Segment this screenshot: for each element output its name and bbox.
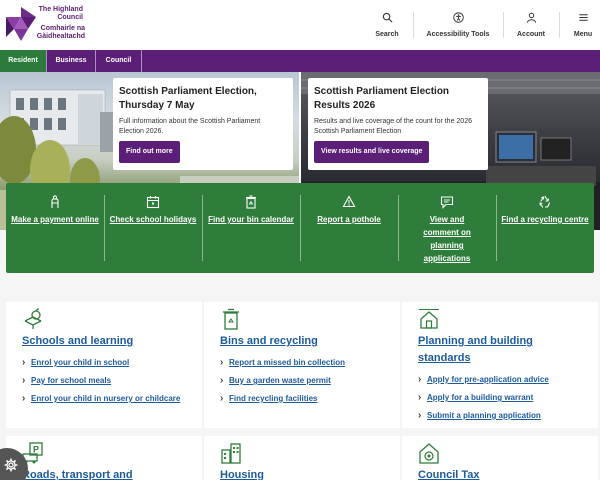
quick-link-payment[interactable]: Make a payment online [10,183,100,273]
account-button[interactable]: Account [515,12,547,38]
bins-links-list: Report a missed bin collection Buy a gar… [220,356,345,410]
buildings-icon [221,443,241,464]
search-button[interactable]: Search [373,12,401,38]
quick-links-panel: Make a payment online Check school holid… [6,183,594,273]
recycle-icon [539,195,551,208]
quick-link-divider [202,195,203,261]
building-warrant-link[interactable]: Apply for a building warrant [418,391,549,409]
tab-divider [141,50,142,72]
menu-icon [578,14,588,21]
payment-icon [51,195,59,208]
house-coin-icon [419,443,439,464]
user-icon [526,12,536,23]
pothole-icon [342,195,356,208]
planning-application-link[interactable]: Submit a planning application [418,409,549,427]
bin-icon [223,308,239,330]
pay-school-meals-link[interactable]: Pay for school meals [22,374,180,392]
schools-and-learning-heading[interactable]: Schools and learning [22,333,133,350]
election-results-title: Scottish Parliament Election Results 202… [314,86,450,111]
quick-link-recycling-centre-label: Find a recycling centre [501,215,589,224]
quick-link-planning-applications[interactable]: View and comment on planning application… [402,183,492,273]
schools-links-list: Enrol your child in school Pay for schoo… [22,356,180,410]
quick-link-divider [300,195,301,261]
quick-link-bin-calendar[interactable]: Find your bin calendar [206,183,296,273]
quick-link-recycling-centre[interactable]: Find a recycling centre [500,183,590,273]
recycling-facilities-link[interactable]: Find recycling facilities [220,392,345,410]
service-card-roads: P Roads, transport and [6,436,202,480]
find-out-more-button[interactable]: Find out more [119,141,180,163]
view-results-button[interactable]: View results and live coverage [314,141,430,163]
house-plan-icon [419,309,439,329]
election-results-card: Scottish Parliament Election Results 202… [308,78,488,170]
logo-text-gaelic: Comhairle na Gàidhealtachd [36,25,85,40]
tab-council[interactable]: Council [96,50,141,72]
service-card-schools: Schools and learning Enrol your child in… [6,302,202,428]
council-logo[interactable]: The Highland Council Comhairle na Gàidhe… [6,5,85,45]
bins-and-recycling-heading[interactable]: Bins and recycling [220,333,318,350]
housing-heading[interactable]: Housing [220,467,264,480]
election-info-text: Full information about the Scottish Parl… [119,118,261,135]
nav-divider [503,12,504,38]
bin-icon [246,195,256,209]
roads-transport-heading[interactable]: Roads, transport and [22,467,133,480]
site-header: The Highland Council Comhairle na Gàidhe… [0,0,600,50]
enrol-school-link[interactable]: Enrol your child in school [22,356,180,374]
enrol-nursery-link[interactable]: Enrol your child in nursery or childcare [22,392,180,410]
nav-divider [559,12,560,38]
election-results-text: Results and live coverage of the count f… [314,118,472,135]
search-icon [382,12,392,23]
quick-link-school-holidays[interactable]: Check school holidays [108,183,198,273]
calendar-icon [146,196,160,209]
missed-bin-link[interactable]: Report a missed bin collection [220,356,345,374]
quick-link-divider [496,195,497,261]
audience-nav: Resident Business Council [0,50,600,72]
planning-links-list: Apply for pre-application advice Apply f… [418,373,549,427]
svg-text:P: P [33,445,39,455]
accessibility-tools-button[interactable]: Accessibility Tools [423,12,493,38]
pre-application-advice-link[interactable]: Apply for pre-application advice [418,373,549,391]
council-tax-heading[interactable]: Council Tax [418,467,480,480]
quick-link-bin-calendar-label: Find your bin calendar [208,215,294,224]
gear-icon [4,458,18,472]
quick-link-divider [104,195,105,261]
apple-book-icon [24,308,42,329]
accessibility-icon [452,12,464,23]
quick-link-school-holidays-label: Check school holidays [109,215,197,224]
garden-waste-permit-link[interactable]: Buy a garden waste permit [220,374,345,392]
quick-link-pothole[interactable]: Report a pothole [304,183,394,273]
menu-button[interactable]: Menu [570,12,596,38]
service-card-council-tax: Council Tax [402,436,598,480]
account-label: Account [517,31,545,38]
accessibility-tools-label: Accessibility Tools [426,31,490,38]
service-card-bins: Bins and recycling Report a missed bin c… [204,302,400,428]
quick-link-payment-label: Make a payment online [11,215,99,224]
service-card-planning: Planning and building standards Apply fo… [402,302,598,428]
quick-link-planning-applications-label: View and comment on planning application… [423,215,471,263]
tab-resident[interactable]: Resident [0,50,46,72]
comment-icon [440,196,454,209]
nav-divider [413,12,414,38]
service-card-housing: Housing [204,436,400,480]
logo-text-english: The Highland Council [38,6,83,21]
election-info-card: Scottish Parliament Election, Thursday 7… [113,78,293,170]
menu-label: Menu [573,31,593,38]
tab-business[interactable]: Business [47,50,95,72]
quick-link-pothole-label: Report a pothole [317,215,381,224]
quick-link-divider [398,195,399,261]
election-info-title: Scottish Parliament Election, Thursday 7… [119,86,257,111]
planning-and-building-heading[interactable]: Planning and building standards [418,333,568,367]
logo-mark-icon [6,7,36,41]
search-label: Search [375,31,399,38]
